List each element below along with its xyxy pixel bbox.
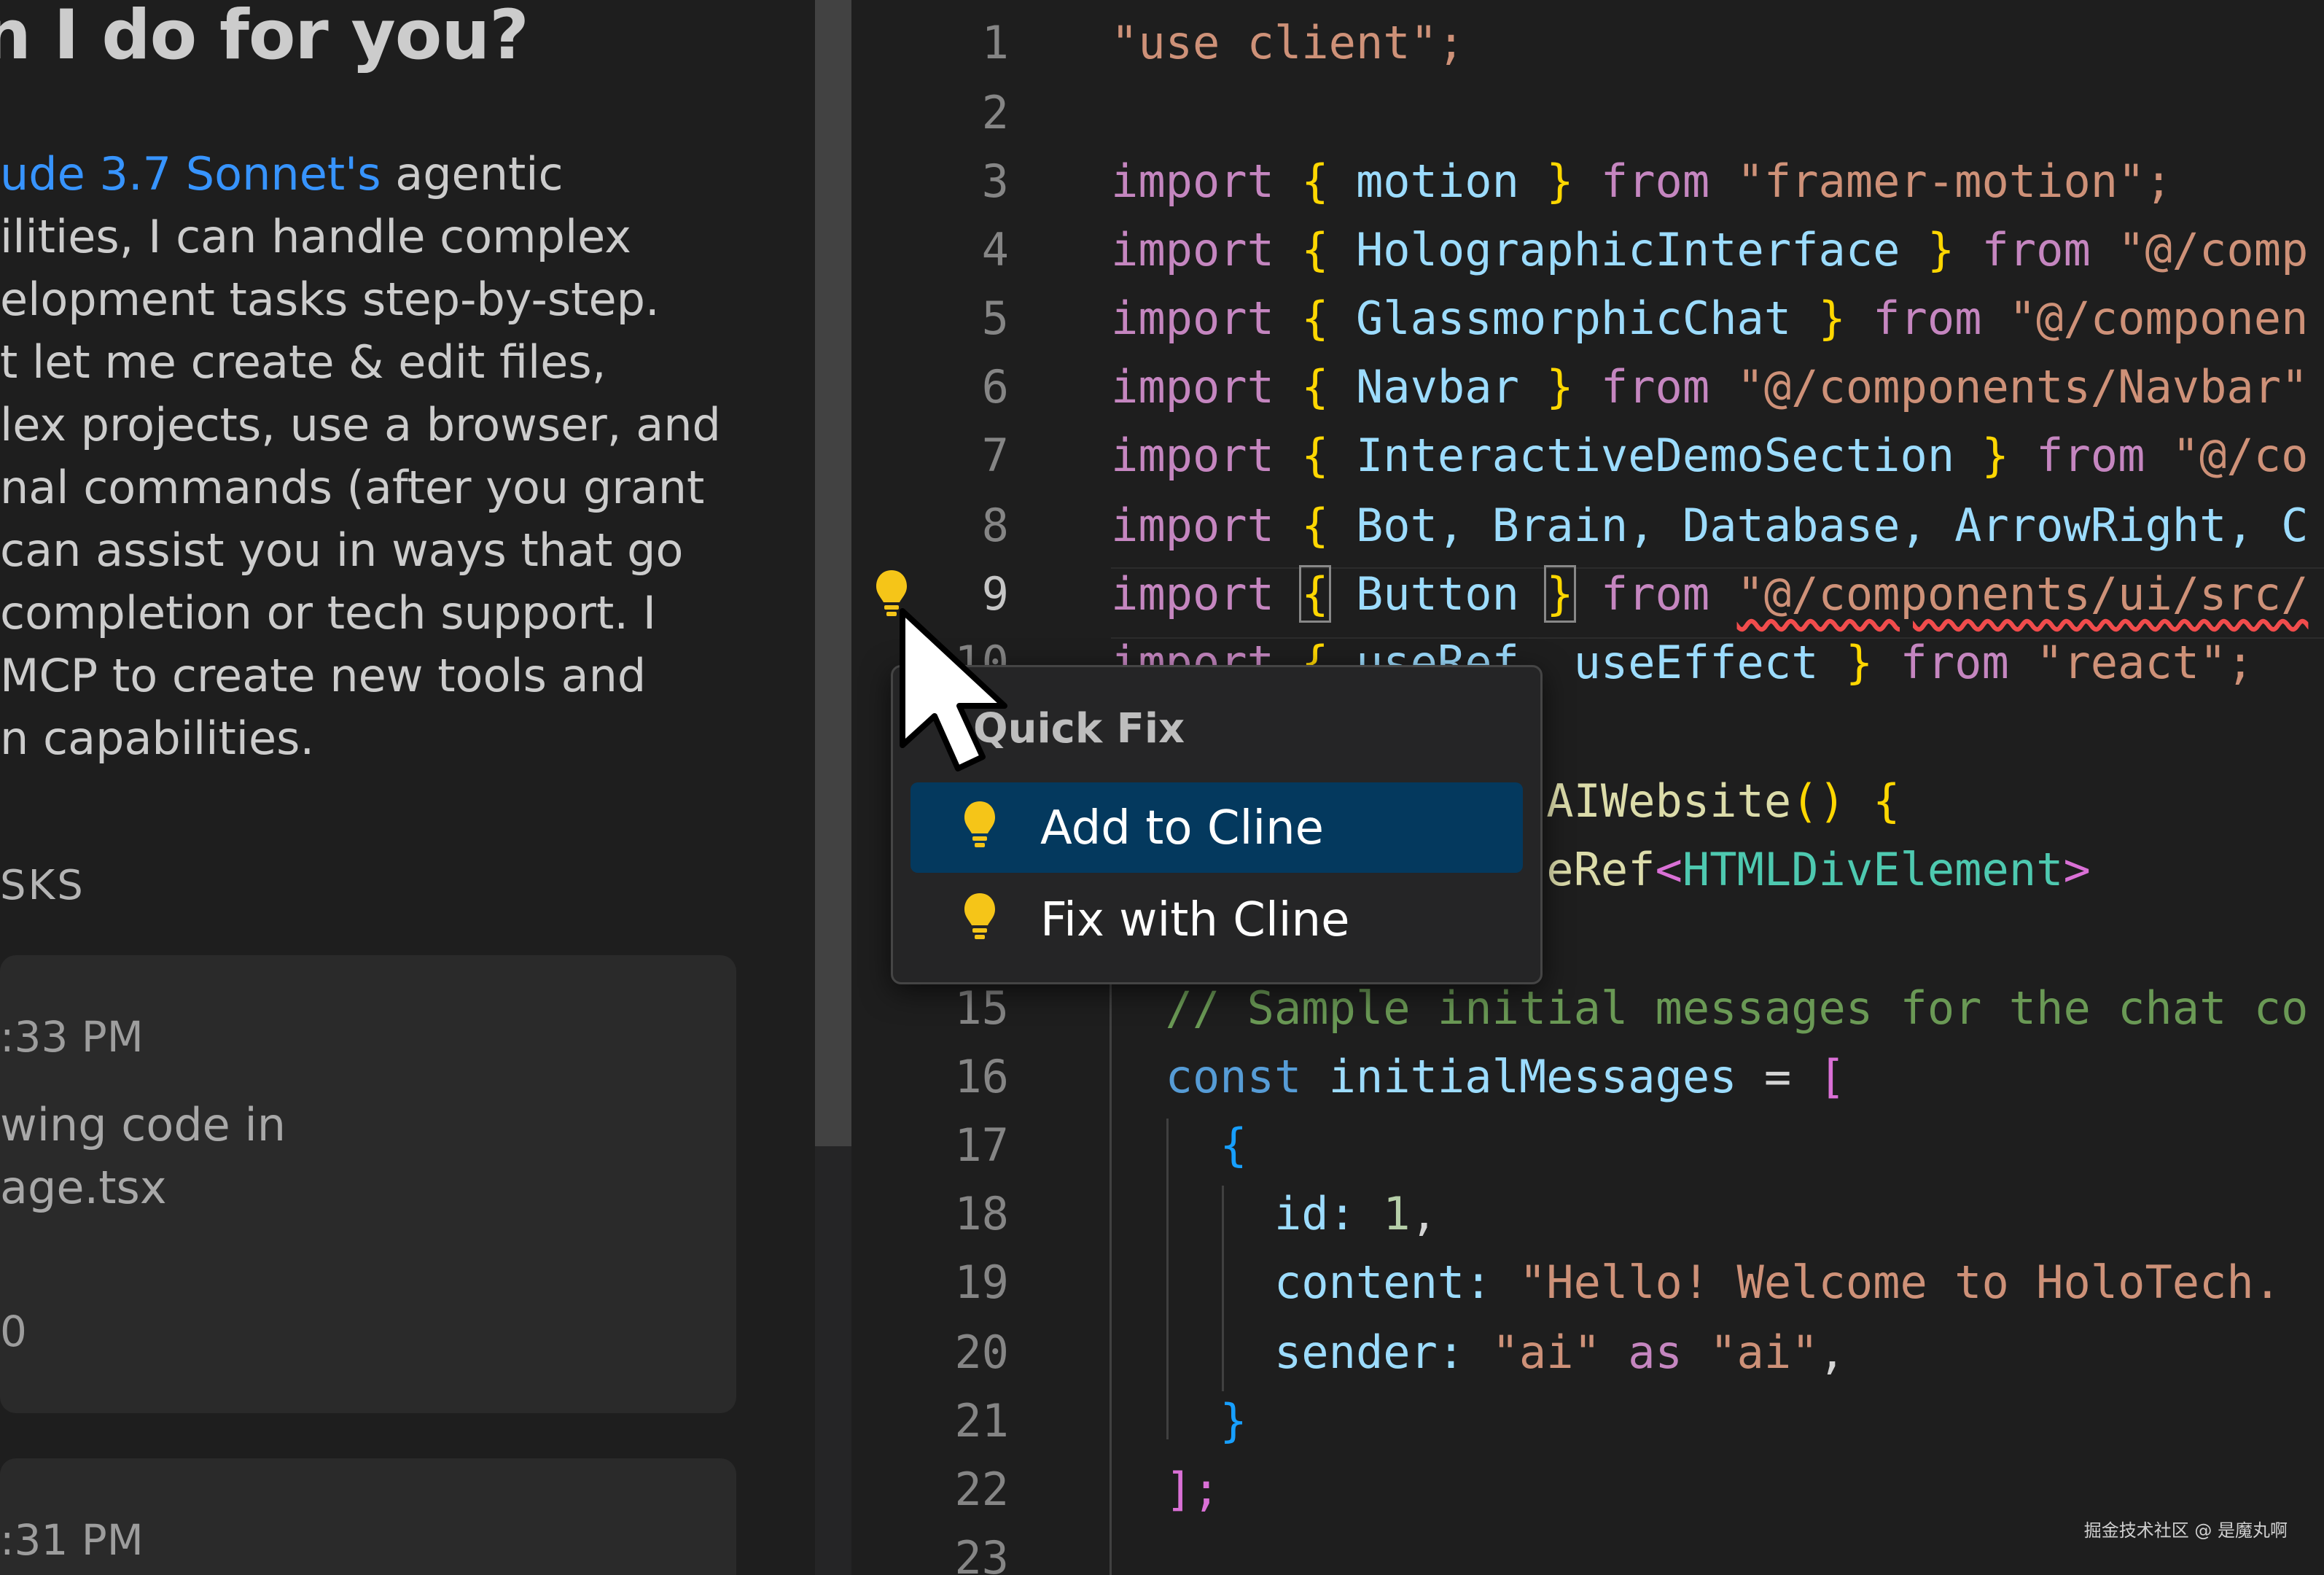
intro-text: ude 3.7 Sonnet's agentic ilities, I can … — [0, 147, 721, 765]
code-line[interactable]: import { motion } from "framer-motion"; — [1111, 155, 2172, 208]
code-line[interactable]: content: "Hello! Welcome to HoloTech. — [1111, 1256, 2281, 1309]
code-line[interactable]: const initialMessages = [ — [1111, 1050, 1846, 1103]
line-number: 16 — [954, 1050, 1009, 1103]
code-line[interactable]: "use client"; — [1111, 16, 1465, 69]
line-number: 18 — [954, 1187, 1009, 1240]
task-description: wing code in age.tsx — [0, 1098, 286, 1214]
task-card[interactable]: :33 PM wing code in age.tsx 0 — [0, 955, 736, 1413]
chat-scrollbar[interactable] — [815, 0, 851, 1575]
code-line[interactable]: ]; — [1111, 1463, 1220, 1516]
mouse-pointer-icon — [900, 608, 1007, 771]
task-card[interactable]: :31 PM — [0, 1458, 736, 1575]
chat-panel: n I do for you? ude 3.7 Sonnet's agentic… — [0, 0, 815, 1575]
model-link[interactable]: ude 3.7 Sonnet's — [0, 147, 381, 201]
quick-fix-item-label: Add to Cline — [1040, 801, 1325, 855]
watermark: 掘金技术社区 @ 是魔丸啊 — [2083, 1520, 2288, 1541]
code-line-active[interactable]: import { Button } from "@/components/ui/… — [1111, 565, 2309, 623]
line-number: 3 — [981, 155, 1009, 208]
error-squiggle: "@/components/ui/src/ — [1736, 567, 2309, 621]
fix-with-cline-item[interactable]: Fix with Cline — [911, 874, 1523, 965]
code-line[interactable]: import { HolographicInterface } from "@/… — [1111, 223, 2308, 276]
code-line[interactable]: { — [1111, 1119, 1247, 1172]
code-line[interactable]: import { GlassmorphicChat } from "@/comp… — [1111, 292, 2308, 345]
line-number: 5 — [981, 292, 1009, 345]
line-number: 8 — [981, 499, 1009, 552]
line-number: 19 — [954, 1256, 1009, 1309]
line-number: 7 — [981, 429, 1009, 482]
line-number: 15 — [954, 981, 1009, 1035]
line-number: 23 — [954, 1531, 1009, 1575]
line-number: 6 — [981, 360, 1009, 413]
welcome-heading: n I do for you? — [0, 0, 529, 75]
line-number: 4 — [981, 223, 1009, 276]
code-line[interactable]: import { Navbar } from "@/components/Nav… — [1111, 360, 2308, 413]
quick-fix-item-label: Fix with Cline — [1040, 893, 1350, 947]
line-number: 17 — [954, 1119, 1009, 1172]
code-line[interactable]: import { InteractiveDemoSection } from "… — [1111, 429, 2308, 482]
scrollbar-thumb[interactable] — [815, 0, 851, 1146]
line-number: 22 — [954, 1463, 1009, 1516]
lightbulb-icon — [964, 801, 995, 847]
add-to-cline-item[interactable]: Add to Cline — [911, 782, 1523, 873]
line-number: 21 — [954, 1394, 1009, 1447]
line-number: 1 — [981, 16, 1009, 69]
task-token-count: 0 — [0, 1307, 27, 1356]
code-line[interactable]: // Sample initial messages for the chat … — [1111, 981, 2309, 1035]
task-time: :31 PM — [0, 1515, 144, 1565]
lightbulb-icon — [964, 893, 995, 939]
code-line[interactable]: sender: "ai" as "ai", — [1111, 1326, 1846, 1379]
code-line[interactable]: } — [1111, 1394, 1247, 1447]
line-number: 20 — [954, 1326, 1009, 1379]
code-line[interactable]: id: 1, — [1111, 1187, 1438, 1240]
recent-tasks-label: SKS — [0, 862, 85, 909]
line-number: 2 — [981, 86, 1009, 139]
code-line[interactable]: import { Bot, Brain, Database, ArrowRigh… — [1111, 499, 2308, 552]
task-time: :33 PM — [0, 1012, 144, 1062]
